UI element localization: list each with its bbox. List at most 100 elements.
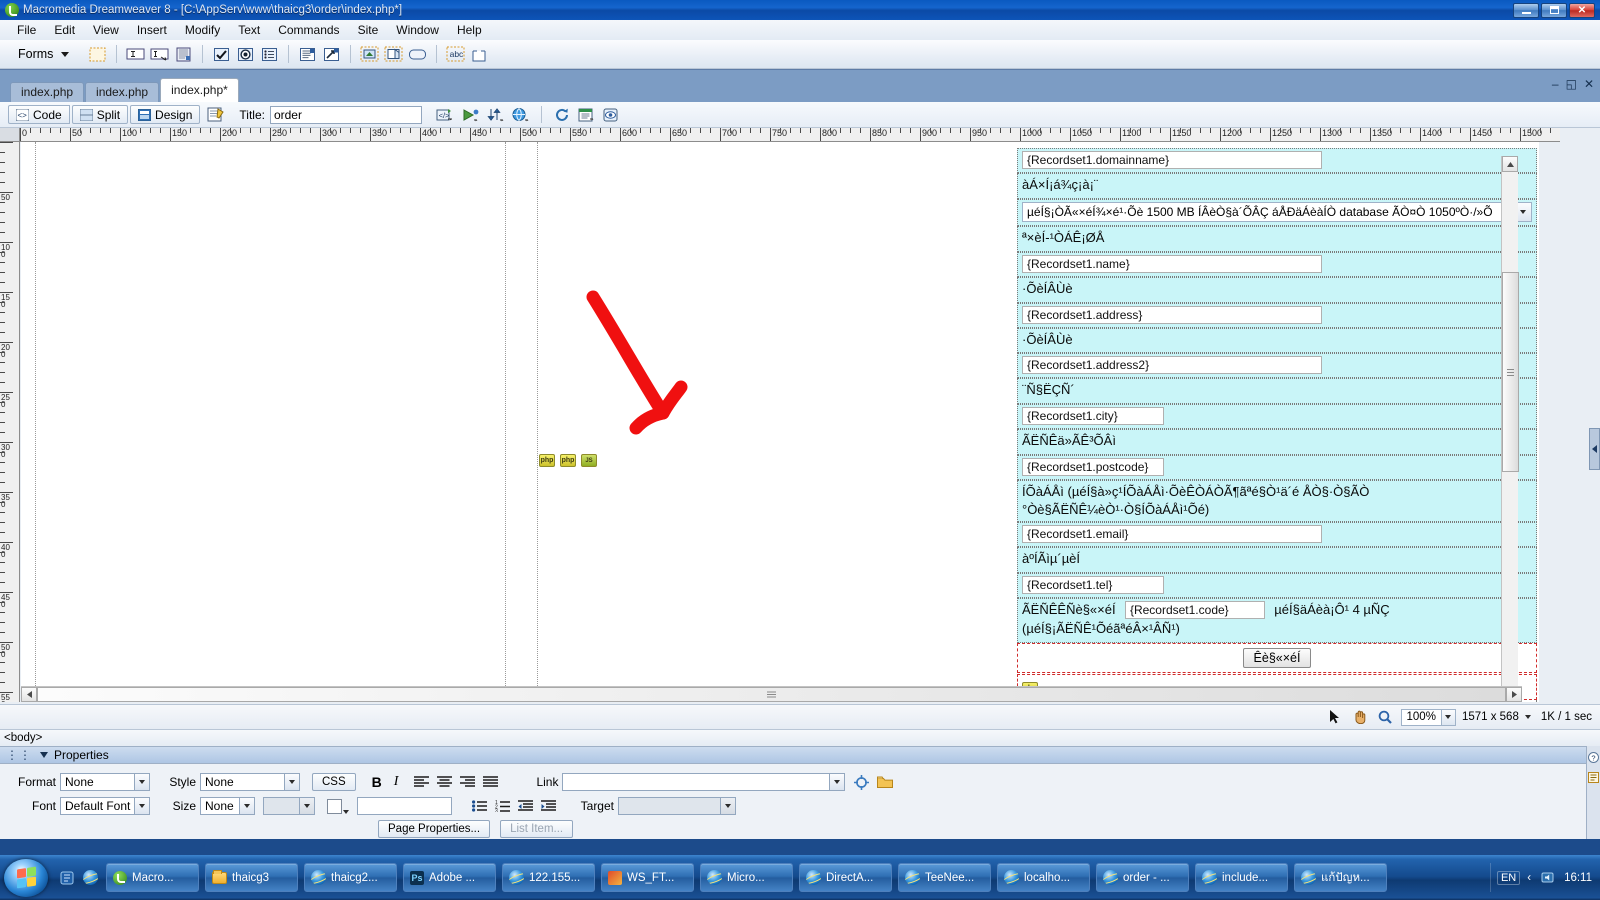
menu-commands[interactable]: Commands: [269, 21, 348, 39]
document-tab-2[interactable]: index.php: [85, 82, 160, 102]
scroll-right-button[interactable]: [1506, 687, 1522, 702]
language-indicator[interactable]: EN: [1496, 870, 1521, 885]
live-data-icon[interactable]: [206, 106, 225, 123]
task-button[interactable]: Ps Adobe ...: [403, 863, 496, 892]
minimize-button[interactable]: [1513, 2, 1539, 18]
font-select[interactable]: Default Font: [60, 797, 150, 815]
task-button[interactable]: Micro...: [700, 863, 793, 892]
email-field[interactable]: {Recordset1.email}: [1022, 525, 1322, 544]
preview-in-browser-icon[interactable]: [461, 106, 480, 123]
zoom-level-select[interactable]: 100%: [1400, 708, 1456, 726]
task-button[interactable]: WS_FT...: [601, 863, 694, 892]
align-justify-icon[interactable]: [481, 774, 500, 791]
address-field[interactable]: {Recordset1.address}: [1022, 305, 1322, 324]
task-button[interactable]: DirectA...: [799, 863, 892, 892]
window-controls[interactable]: ✕: [1513, 2, 1598, 18]
chevron-down-icon[interactable]: [1440, 709, 1455, 725]
menu-window[interactable]: Window: [387, 21, 448, 39]
text-field-icon[interactable]: [125, 44, 146, 64]
align-left-icon[interactable]: [412, 774, 431, 791]
chevron-down-icon[interactable]: [134, 798, 149, 814]
tel-field[interactable]: {Recordset1.tel}: [1022, 576, 1164, 594]
document-minimize-button[interactable]: –: [1552, 78, 1559, 90]
insert-category-selector[interactable]: Forms: [10, 47, 70, 61]
outdent-icon[interactable]: [516, 798, 535, 815]
page-title-input[interactable]: [269, 105, 422, 124]
start-button[interactable]: [4, 858, 48, 897]
menu-edit[interactable]: Edit: [45, 21, 84, 39]
volume-icon[interactable]: [1538, 869, 1557, 886]
panel-group-rail[interactable]: ?: [1586, 746, 1600, 839]
menu-view[interactable]: View: [84, 21, 128, 39]
properties-panel-header[interactable]: ⋮⋮ Properties: [0, 747, 1600, 764]
fieldset-icon[interactable]: [469, 44, 490, 64]
button-field-icon[interactable]: [383, 44, 404, 64]
align-right-icon[interactable]: [458, 774, 477, 791]
task-button[interactable]: TeeNee...: [898, 863, 991, 892]
document-tab-3-active[interactable]: index.php*: [160, 78, 239, 102]
format-select[interactable]: None: [60, 773, 150, 791]
image-field-icon[interactable]: [321, 44, 342, 64]
horizontal-ruler[interactable]: 0 50 100 150 200 250 300 350 400 450 500 550 600 650 7…: [20, 128, 1560, 142]
internet-explorer-icon[interactable]: [83, 870, 98, 885]
vertical-ruler[interactable]: 50 100 150 200 250 300 350 400 450 500 550: [0, 142, 20, 702]
city-field[interactable]: {Recordset1.city}: [1022, 407, 1164, 426]
help-icon[interactable]: ?: [1587, 752, 1600, 766]
jump-menu-icon[interactable]: [297, 44, 318, 64]
hand-tool-icon[interactable]: [1351, 709, 1370, 726]
menu-modify[interactable]: Modify: [176, 21, 229, 39]
css-button[interactable]: CSS: [312, 773, 356, 791]
color-hex-input[interactable]: [357, 797, 452, 815]
unordered-list-icon[interactable]: [470, 798, 489, 815]
code-view-button[interactable]: <> Code: [8, 105, 70, 124]
bold-button[interactable]: B: [372, 774, 382, 790]
chevron-down-icon[interactable]: [239, 798, 254, 814]
list-menu-icon[interactable]: [259, 44, 280, 64]
visual-aids-icon[interactable]: [603, 106, 622, 123]
page-properties-button[interactable]: Page Properties...: [378, 820, 491, 838]
address2-field[interactable]: {Recordset1.address2}: [1022, 356, 1322, 375]
scroll-up-button[interactable]: [1502, 156, 1518, 172]
ruler-corner[interactable]: [0, 128, 20, 142]
refresh-icon[interactable]: [553, 106, 572, 123]
task-button[interactable]: 122.155...: [502, 863, 595, 892]
menu-site[interactable]: Site: [349, 21, 388, 39]
design-page[interactable]: php php JS {Recordset1.domainname} àÁ×Í¡…: [21, 142, 1539, 702]
view-options-icon[interactable]: [578, 106, 597, 123]
hscroll-thumb[interactable]: [37, 687, 1506, 702]
script-marker-icon[interactable]: JS: [581, 454, 597, 467]
link-input[interactable]: [562, 773, 846, 791]
italic-button[interactable]: I: [394, 774, 399, 790]
size-select[interactable]: None: [200, 797, 255, 815]
design-view-button[interactable]: Design: [130, 105, 201, 124]
list-item-button[interactable]: List Item...: [500, 820, 574, 838]
chevron-down-icon[interactable]: [284, 774, 299, 790]
tray-expand-chevron-icon[interactable]: ‹: [1527, 872, 1531, 884]
task-button[interactable]: แก้ปัญห...: [1294, 863, 1387, 892]
size-unit-select[interactable]: [263, 797, 315, 815]
code-field[interactable]: {Recordset1.code}: [1124, 601, 1265, 619]
panel-collapse-button[interactable]: [1589, 428, 1600, 470]
chevron-down-icon[interactable]: [299, 798, 314, 814]
chevron-down-icon[interactable]: [134, 774, 149, 790]
document-tab-1[interactable]: index.php: [10, 82, 85, 102]
menu-file[interactable]: File: [8, 21, 45, 39]
task-button[interactable]: order - ...: [1096, 863, 1189, 892]
php-marker-icon[interactable]: php: [539, 454, 555, 467]
select-tool-icon[interactable]: [1326, 709, 1345, 726]
file-field-icon[interactable]: [359, 44, 380, 64]
menu-help[interactable]: Help: [448, 21, 491, 39]
hidden-field-icon[interactable]: [173, 44, 194, 64]
expand-panels-icon[interactable]: [1587, 772, 1600, 786]
view-options-globe-icon[interactable]: [511, 106, 530, 123]
maximize-button[interactable]: [1541, 2, 1567, 18]
scroll-thumb[interactable]: [1502, 272, 1519, 472]
canvas-vertical-scrollbar[interactable]: [1501, 156, 1519, 702]
chevron-down-icon[interactable]: [829, 774, 845, 790]
color-swatch[interactable]: [327, 798, 342, 814]
button-icon[interactable]: [407, 44, 428, 64]
canvas-horizontal-scrollbar[interactable]: [21, 686, 1522, 702]
document-close-button[interactable]: ✕: [1584, 78, 1594, 90]
chevron-down-icon[interactable]: [1524, 715, 1531, 719]
style-select[interactable]: None: [200, 773, 300, 791]
